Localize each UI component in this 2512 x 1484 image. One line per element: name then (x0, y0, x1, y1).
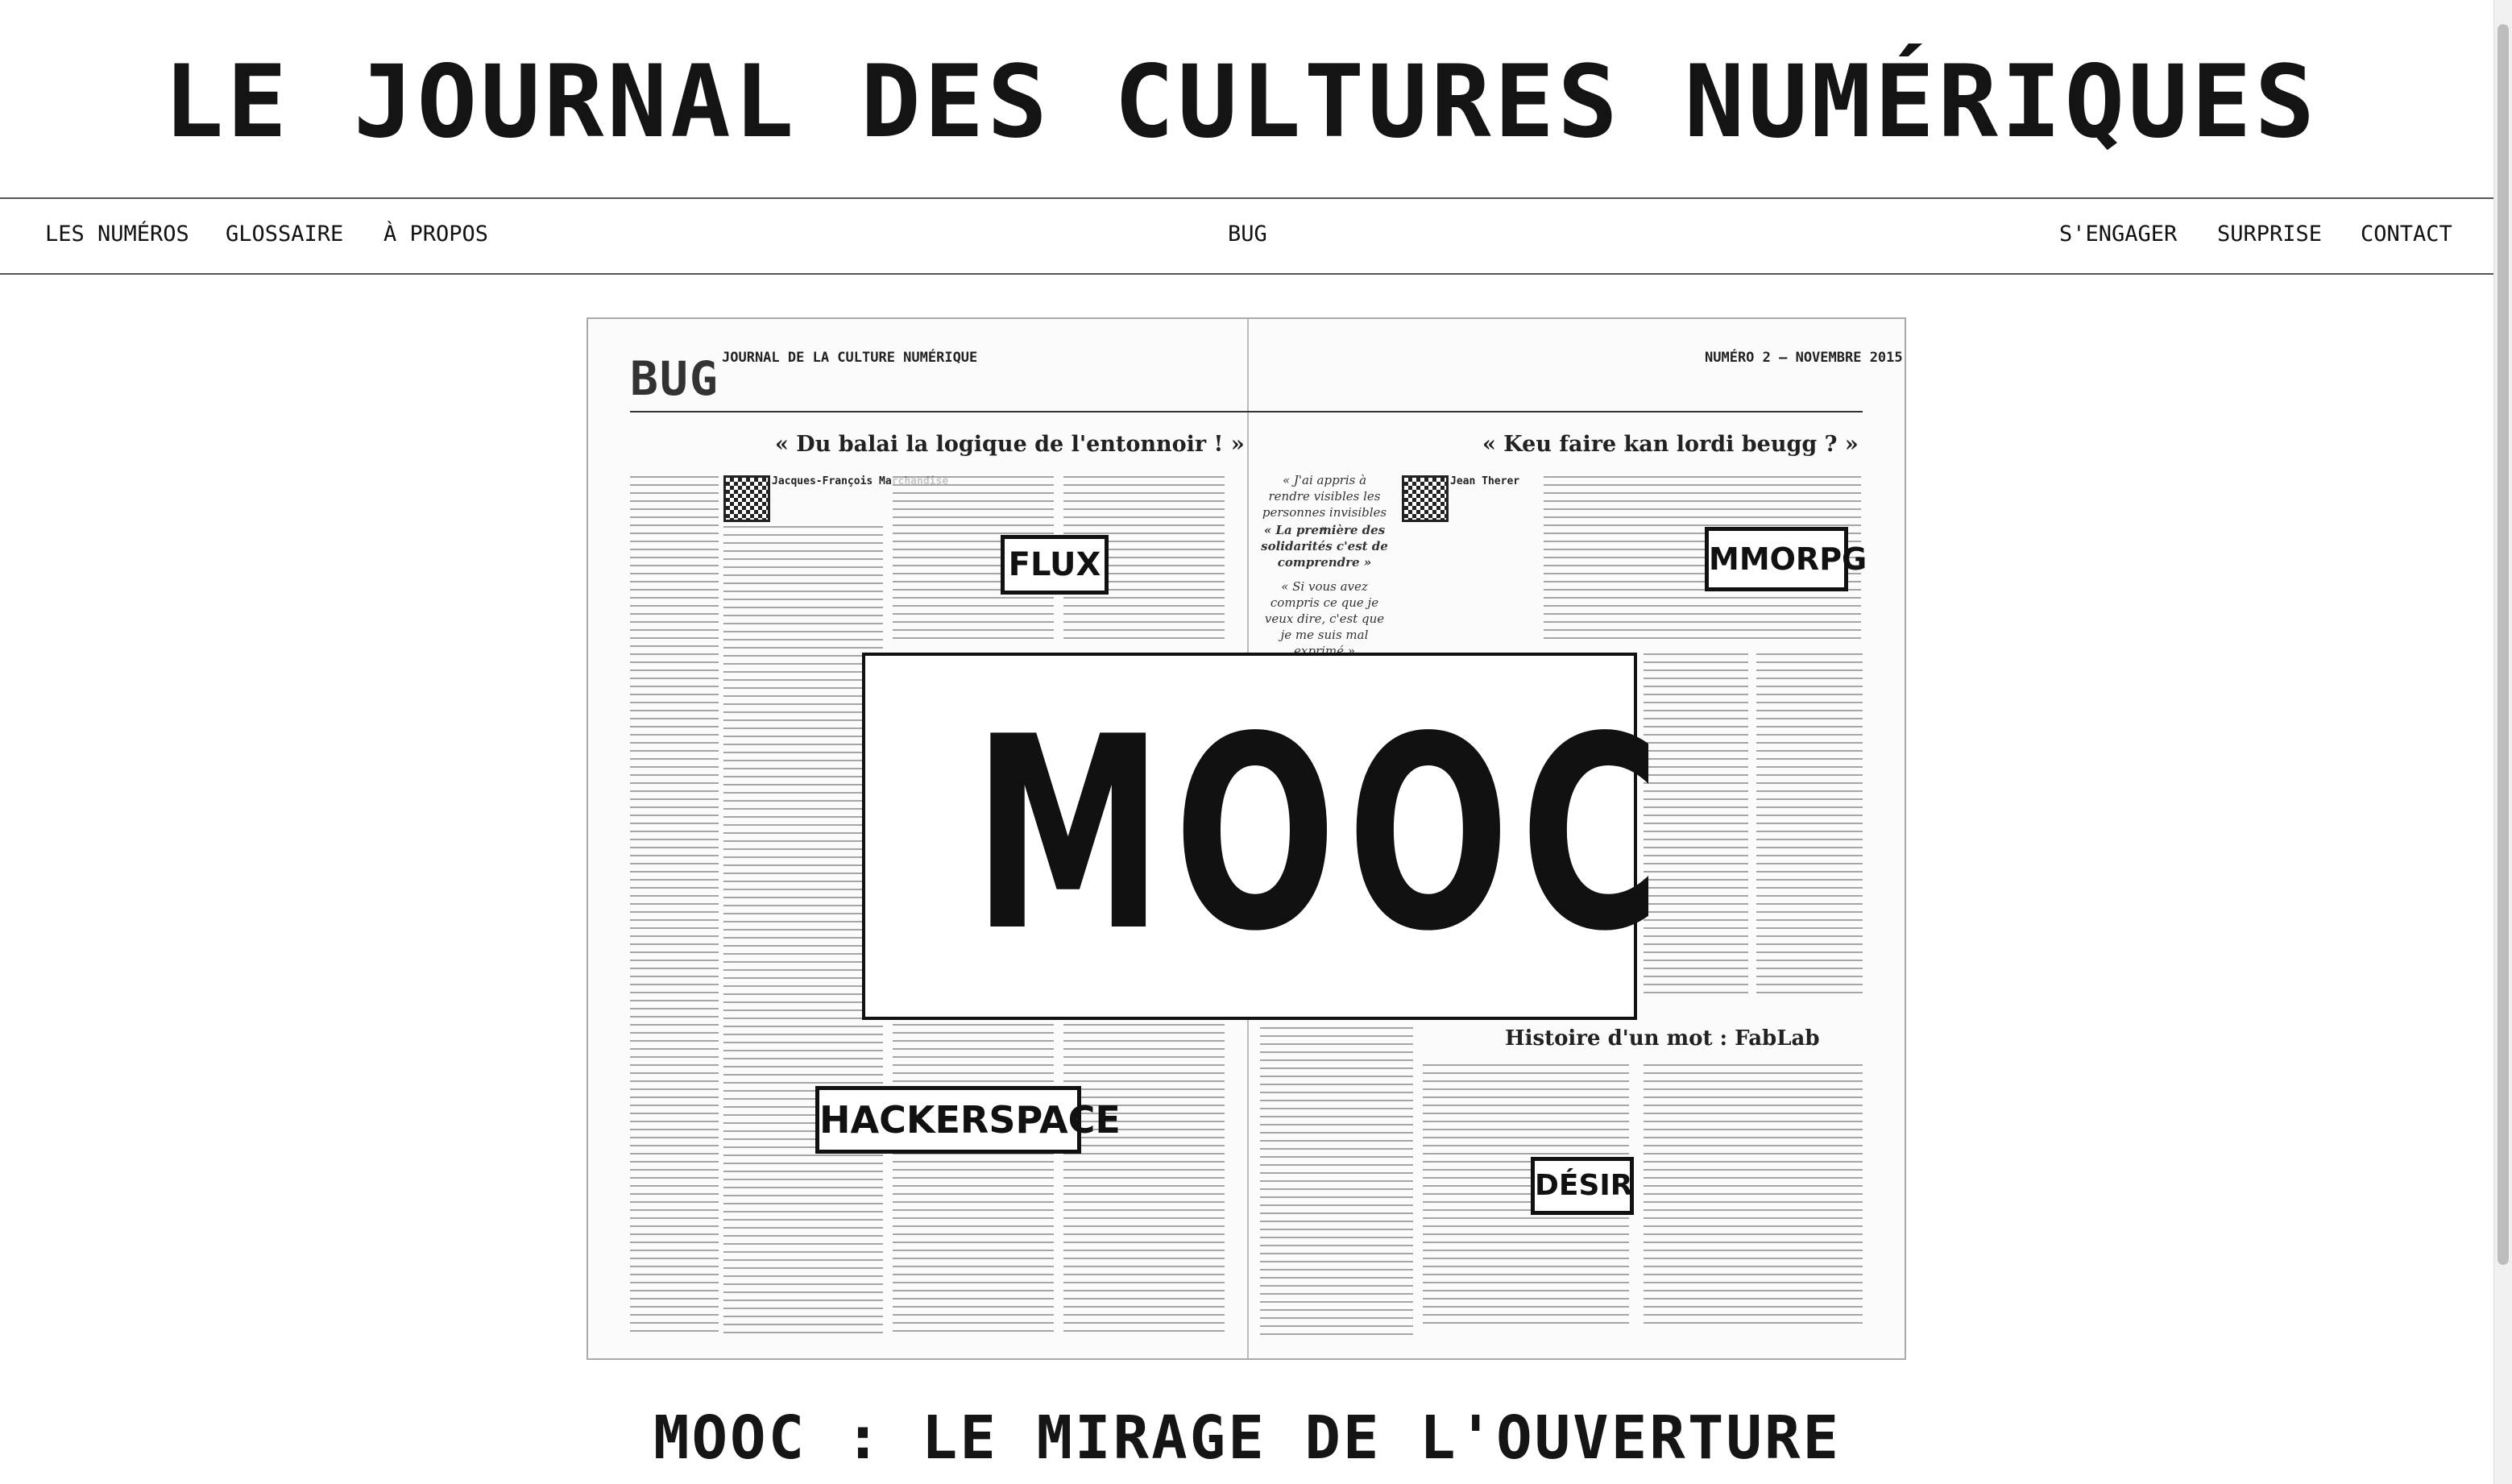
nav-item-sengager[interactable]: S'ENGAGER (2059, 222, 2177, 247)
label-flux: FLUX (1001, 535, 1109, 595)
issue-cover-image[interactable]: BUG JOURNAL DE LA CULTURE NUMÉRIQUE NUMÉ… (587, 317, 1906, 1360)
label-desir: DÉSIR (1531, 1157, 1634, 1215)
text-column (723, 522, 883, 1336)
text-column (1063, 1020, 1225, 1336)
site-title[interactable]: LE JOURNAL DES CULTURES NUMÉRIQUES (0, 42, 2481, 163)
mooc-word: MOOC (972, 680, 1672, 989)
page-scrollbar[interactable] (2493, 0, 2512, 1484)
article-title[interactable]: MOOC : LE MIRAGE DE L'OUVERTURE (0, 1402, 2494, 1474)
quote-two: « La première des solidarités c'est de c… (1261, 523, 1388, 570)
nav-item-a-propos[interactable]: À PROPOS (383, 222, 488, 247)
text-column (893, 1020, 1054, 1336)
quote-three: « Si vous avez compris ce que je veux di… (1264, 579, 1385, 658)
nav-item-glossaire[interactable]: GLOSSAIRE (226, 222, 343, 247)
main-nav: LES NUMÉROS GLOSSAIRE À PROPOS BUG S'ENG… (0, 197, 2494, 275)
bug-logo: BUG (630, 351, 719, 406)
author-right: Jean Therer (1450, 475, 1520, 487)
header-rule (630, 411, 1863, 412)
journal-label: JOURNAL DE LA CULTURE NUMÉRIQUE (722, 350, 978, 366)
text-column (1644, 1060, 1863, 1326)
nav-item-contact[interactable]: CONTACT (2361, 222, 2452, 247)
text-column (1260, 1023, 1413, 1336)
mooc-box: MOOC (862, 653, 1672, 1020)
text-column (1756, 649, 1863, 996)
qr-code (723, 475, 770, 522)
scrollbar-thumb[interactable] (2497, 24, 2509, 1265)
headline-right: « Keu faire kan lordi beugg ? » (1482, 432, 1859, 457)
nav-item-numeros[interactable]: LES NUMÉROS (45, 222, 189, 247)
label-hackerspace: HACKERSPACE (815, 1086, 1121, 1154)
headline-left: « Du balai la logique de l'entonnoir ! » (775, 432, 1245, 457)
text-column (630, 472, 719, 1334)
fablab-title: Histoire d'un mot : FabLab (1505, 1026, 1820, 1051)
nav-item-bug[interactable]: BUG (1228, 222, 1267, 247)
label-mmorpg: MMORPG (1705, 527, 1867, 591)
issue-label: NUMÉRO 2 – NOVEMBRE 2015 (1705, 350, 1903, 366)
qr-code (1402, 475, 1449, 522)
nav-item-surprise[interactable]: SURPRISE (2217, 222, 2322, 247)
